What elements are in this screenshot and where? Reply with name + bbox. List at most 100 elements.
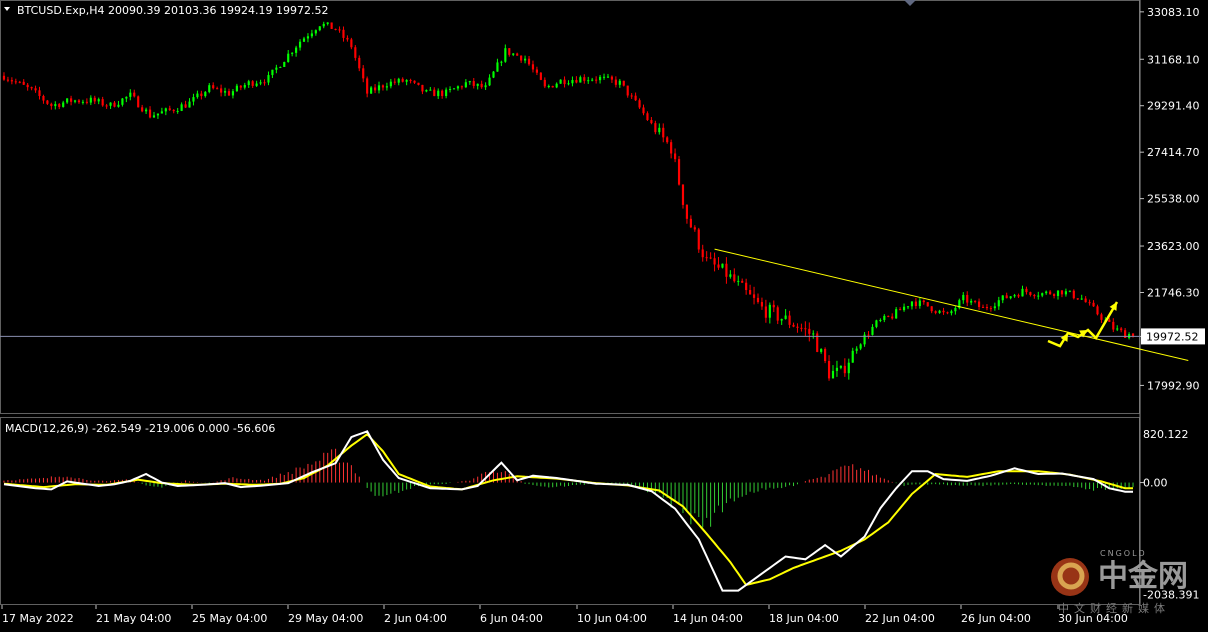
time-tick-label: 25 May 04:00 <box>192 612 267 625</box>
price-tick-label: 21746.30 <box>1147 287 1200 300</box>
candle <box>717 257 720 270</box>
watermark-cn: 中金网 <box>1098 559 1188 594</box>
candle-body <box>591 79 594 81</box>
candle <box>397 77 400 86</box>
candle <box>768 302 771 324</box>
candle-body <box>172 109 175 112</box>
candle <box>598 74 602 84</box>
candle-body <box>804 328 807 330</box>
candle-body <box>531 64 535 70</box>
candle-body <box>827 361 831 379</box>
candle-body <box>598 76 602 81</box>
candle-body <box>1001 295 1004 301</box>
time-tick-label: 26 Jun 04:00 <box>961 612 1031 625</box>
candle <box>867 331 870 339</box>
time-tick-label: 17 May 2022 <box>2 612 74 625</box>
candle-body <box>358 57 361 69</box>
candle-body <box>851 350 854 363</box>
candle <box>1131 333 1135 338</box>
candle-body <box>650 120 653 124</box>
candle-body <box>745 282 748 291</box>
candle <box>966 291 969 307</box>
candle-body <box>77 100 81 103</box>
candle <box>938 309 941 314</box>
candle <box>520 55 523 63</box>
candle <box>295 45 298 57</box>
candle <box>208 83 211 94</box>
candle <box>267 71 270 86</box>
candle-body <box>81 101 85 103</box>
candle-body <box>713 258 716 265</box>
candle-body <box>14 81 17 83</box>
candle-body <box>287 53 290 62</box>
candle <box>85 98 88 105</box>
candle <box>22 79 25 86</box>
candle <box>820 348 823 354</box>
candle <box>370 86 373 94</box>
candle <box>464 79 467 89</box>
candle-body <box>42 95 45 101</box>
candle-body <box>950 311 953 314</box>
candle-body <box>812 333 815 335</box>
time-tick-label: 22 Jun 04:00 <box>865 612 935 625</box>
candle-body <box>275 67 278 70</box>
candle <box>216 86 219 90</box>
candle-body <box>66 98 69 103</box>
candle-body <box>188 101 191 108</box>
candle <box>105 103 108 109</box>
candle-body <box>634 95 637 101</box>
candle <box>977 298 981 310</box>
candle <box>512 53 515 57</box>
candle <box>827 355 831 381</box>
candle-body <box>413 80 416 83</box>
candle <box>970 298 973 306</box>
candle-body <box>231 91 235 96</box>
candle <box>425 89 428 93</box>
chart-canvas[interactable]: 33083.10 31168.10 29291.40 27414.70 25538.00… <box>0 0 1208 628</box>
candle <box>784 309 787 320</box>
candle-body <box>824 349 827 362</box>
candle-body <box>989 308 992 310</box>
candle-body <box>38 90 41 96</box>
candle <box>275 64 278 74</box>
candle <box>1088 299 1091 306</box>
candle-body <box>547 85 550 87</box>
candle-body <box>464 82 467 88</box>
candle <box>1052 293 1056 299</box>
candle <box>271 69 274 79</box>
candle <box>654 120 657 135</box>
candle-body <box>658 127 661 133</box>
candle-body <box>551 85 554 88</box>
candle <box>792 322 795 328</box>
candle <box>606 73 610 78</box>
candle <box>922 299 925 305</box>
candle-body <box>1080 298 1083 300</box>
candle <box>563 76 566 88</box>
candle-body <box>1029 292 1032 295</box>
candle-body <box>883 315 886 320</box>
candle-body <box>1017 295 1020 297</box>
candle <box>1060 290 1064 298</box>
candle <box>618 78 621 88</box>
candle <box>508 48 511 57</box>
time-tick-label: 14 Jun 04:00 <box>673 612 743 625</box>
candle <box>752 286 756 305</box>
candle-body <box>516 53 519 56</box>
candle <box>176 107 179 114</box>
candle-body <box>835 367 839 371</box>
candle-body <box>772 304 775 308</box>
downtrend-line[interactable] <box>714 248 1189 361</box>
candle <box>346 35 349 42</box>
candle <box>824 347 827 364</box>
candle <box>476 83 479 90</box>
candle-body <box>875 320 878 327</box>
candle-body <box>784 315 787 319</box>
candle-body <box>192 97 195 102</box>
candle-body <box>200 93 203 97</box>
candle <box>448 86 452 93</box>
collapse-arrow-icon[interactable] <box>4 7 10 11</box>
candle <box>484 82 487 90</box>
candle <box>1021 285 1024 297</box>
candle-body <box>484 85 487 88</box>
candle-body <box>1100 314 1103 320</box>
